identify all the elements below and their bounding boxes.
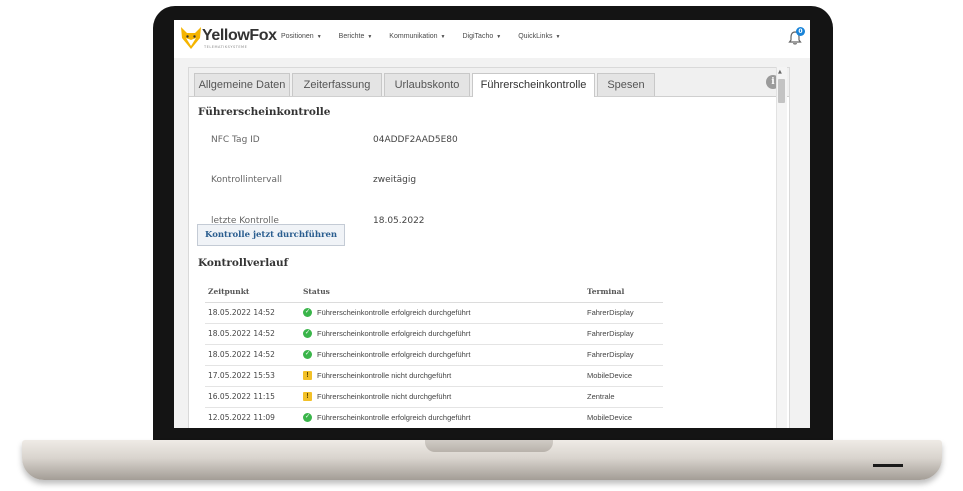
history-table: Zeitpunkt Status Terminal 18.05.2022 14:… [205,282,663,428]
field-label-nfc-tag: NFC Tag ID [211,135,260,145]
cell-status: ! Führerscheinkontrolle nicht durchgeführ… [303,392,451,401]
laptop-screen: YellowFox TELEMATIKSYSTEME Positionen ▼ … [174,20,810,428]
column-header-time: Zeitpunkt [208,287,250,296]
menu-item-label: QuickLinks [518,33,553,40]
cell-terminal: MobileDevice [587,413,633,422]
cell-status-text: Führerscheinkontrolle nicht durchgeführt [317,371,452,380]
check-circle-icon: ✓ [303,350,312,359]
menu-item-quicklinks[interactable]: QuickLinks ▼ [518,33,560,40]
cell-status: ✓ Führerscheinkontrolle erfolgreich durch… [303,413,470,422]
cell-terminal: MobileDevice [587,371,633,380]
cell-terminal: FahrerDisplay [587,350,634,359]
brand-logo[interactable]: YellowFox TELEMATIKSYSTEME [180,26,277,54]
check-circle-icon: ✓ [303,308,312,317]
cell-status: ! Führerscheinkontrolle nicht durchgeführ… [303,371,451,380]
check-circle-icon: ✓ [303,329,312,338]
run-check-button[interactable]: Kontrolle jetzt durchführen [197,224,346,246]
table-body: 18.05.2022 14:52 ✓ Führerscheinkontrolle e… [205,303,663,428]
section-title-license-check: Führerscheinkontrolle [198,106,331,118]
tab-spesen[interactable]: Spesen [597,73,655,96]
cell-status-text: Führerscheinkontrolle erfolgreich durchg… [317,413,471,422]
cell-terminal: FahrerDisplay [587,329,634,338]
menu-item-label: Kommunikation [389,33,438,40]
table-row: 12.05.2022 11:09 ✓ Führerscheinkontrolle e… [205,408,663,428]
laptop-base-indicator [873,464,903,467]
warning-icon: ! [303,371,312,380]
table-row: 17.05.2022 15:53! Führerscheinkontrolle n… [205,366,663,387]
column-header-status: Status [303,287,330,296]
tab-urlaubskonto[interactable]: Urlaubskonto [384,73,470,96]
tab-fuehrerscheinkontrolle[interactable]: Führerscheinkontrolle [472,73,595,97]
scrollbar-thumb[interactable] [778,79,785,103]
brand-tagline: TELEMATIKSYSTEME [204,45,248,49]
menu-item-label: Berichte [338,33,365,40]
menu-item-digitacho[interactable]: DigiTacho ▼ [463,33,502,40]
chevron-down-icon: ▼ [496,33,502,40]
tab-zeiterfassung[interactable]: Zeiterfassung [292,73,382,96]
cell-status-text: Führerscheinkontrolle erfolgreich durchg… [317,329,471,338]
cell-terminal: FahrerDisplay [587,308,634,317]
cell-status-text: Führerscheinkontrolle nicht durchgeführt [317,392,452,401]
field-value-nfc-tag: 04ADDF2AAD5E80 [373,135,458,145]
table-row: 18.05.2022 14:52 ✓ Führerscheinkontrolle e… [205,345,663,366]
chevron-down-icon: ▼ [440,33,446,40]
brand-name: YellowFox [202,27,277,44]
table-row: 18.05.2022 14:52 ✓ Führerscheinkontrolle e… [205,324,663,345]
field-value-last-check: 18.05.2022 [373,216,425,226]
table-row: 16.05.2022 11:15! Führerscheinkontrolle n… [205,387,663,408]
scroll-up-icon[interactable]: ▲ [778,69,782,75]
cell-time: 18.05.2022 14:52 [208,350,275,359]
cell-terminal: Zentrale [587,392,615,401]
menu-item-berichte[interactable]: Berichte ▼ [339,33,373,40]
field-value-interval: zweitägig [373,175,417,185]
cell-time: 17.05.2022 15:53 [208,371,275,380]
chevron-down-icon: ▼ [316,33,322,40]
field-label-interval: Kontrollintervall [211,175,283,185]
check-circle-icon: ✓ [303,413,312,422]
cell-time: 12.05.2022 11:09 [208,413,275,422]
cell-status-text: Führerscheinkontrolle erfolgreich durchg… [317,308,471,317]
notification-badge: 0 [796,27,805,36]
cell-status-text: Führerscheinkontrolle erfolgreich durchg… [317,350,471,359]
chevron-down-icon: ▼ [367,33,373,40]
vertical-scrollbar[interactable] [776,67,787,428]
cell-time: 16.05.2022 11:15 [208,392,275,401]
section-title-history: Kontrollverlauf [198,257,289,269]
fox-logo-icon [181,27,201,49]
laptop-opening-notch [425,440,553,452]
driver-detail-panel: Allgemeine Daten Zeiterfassung Urlaubsko… [188,67,790,428]
cell-status: ✓ Führerscheinkontrolle erfolgreich durch… [303,350,470,359]
tab-allgemeine-daten[interactable]: Allgemeine Daten [194,73,290,96]
menu-item-label: Positionen [281,33,314,40]
cell-status: ✓ Führerscheinkontrolle erfolgreich durch… [303,308,470,317]
tab-bar: Allgemeine Daten Zeiterfassung Urlaubsko… [189,68,789,97]
table-row: 18.05.2022 14:52 ✓ Führerscheinkontrolle e… [205,303,663,324]
main-menu: Positionen ▼ Berichte ▼ Kommunikation ▼ … [281,33,577,40]
cell-status: ✓ Führerscheinkontrolle erfolgreich durch… [303,329,470,338]
chevron-down-icon: ▼ [555,33,561,40]
menu-item-kommunikation[interactable]: Kommunikation ▼ [389,33,445,40]
column-header-terminal: Terminal [587,287,625,296]
cell-time: 18.05.2022 14:52 [208,329,275,338]
app-header: YellowFox TELEMATIKSYSTEME Positionen ▼ … [174,20,810,58]
cell-time: 18.05.2022 14:52 [208,308,275,317]
menu-item-positionen[interactable]: Positionen ▼ [281,33,322,40]
menu-item-label: DigiTacho [462,33,494,40]
warning-icon: ! [303,392,312,401]
table-header: Zeitpunkt Status Terminal [205,282,663,303]
